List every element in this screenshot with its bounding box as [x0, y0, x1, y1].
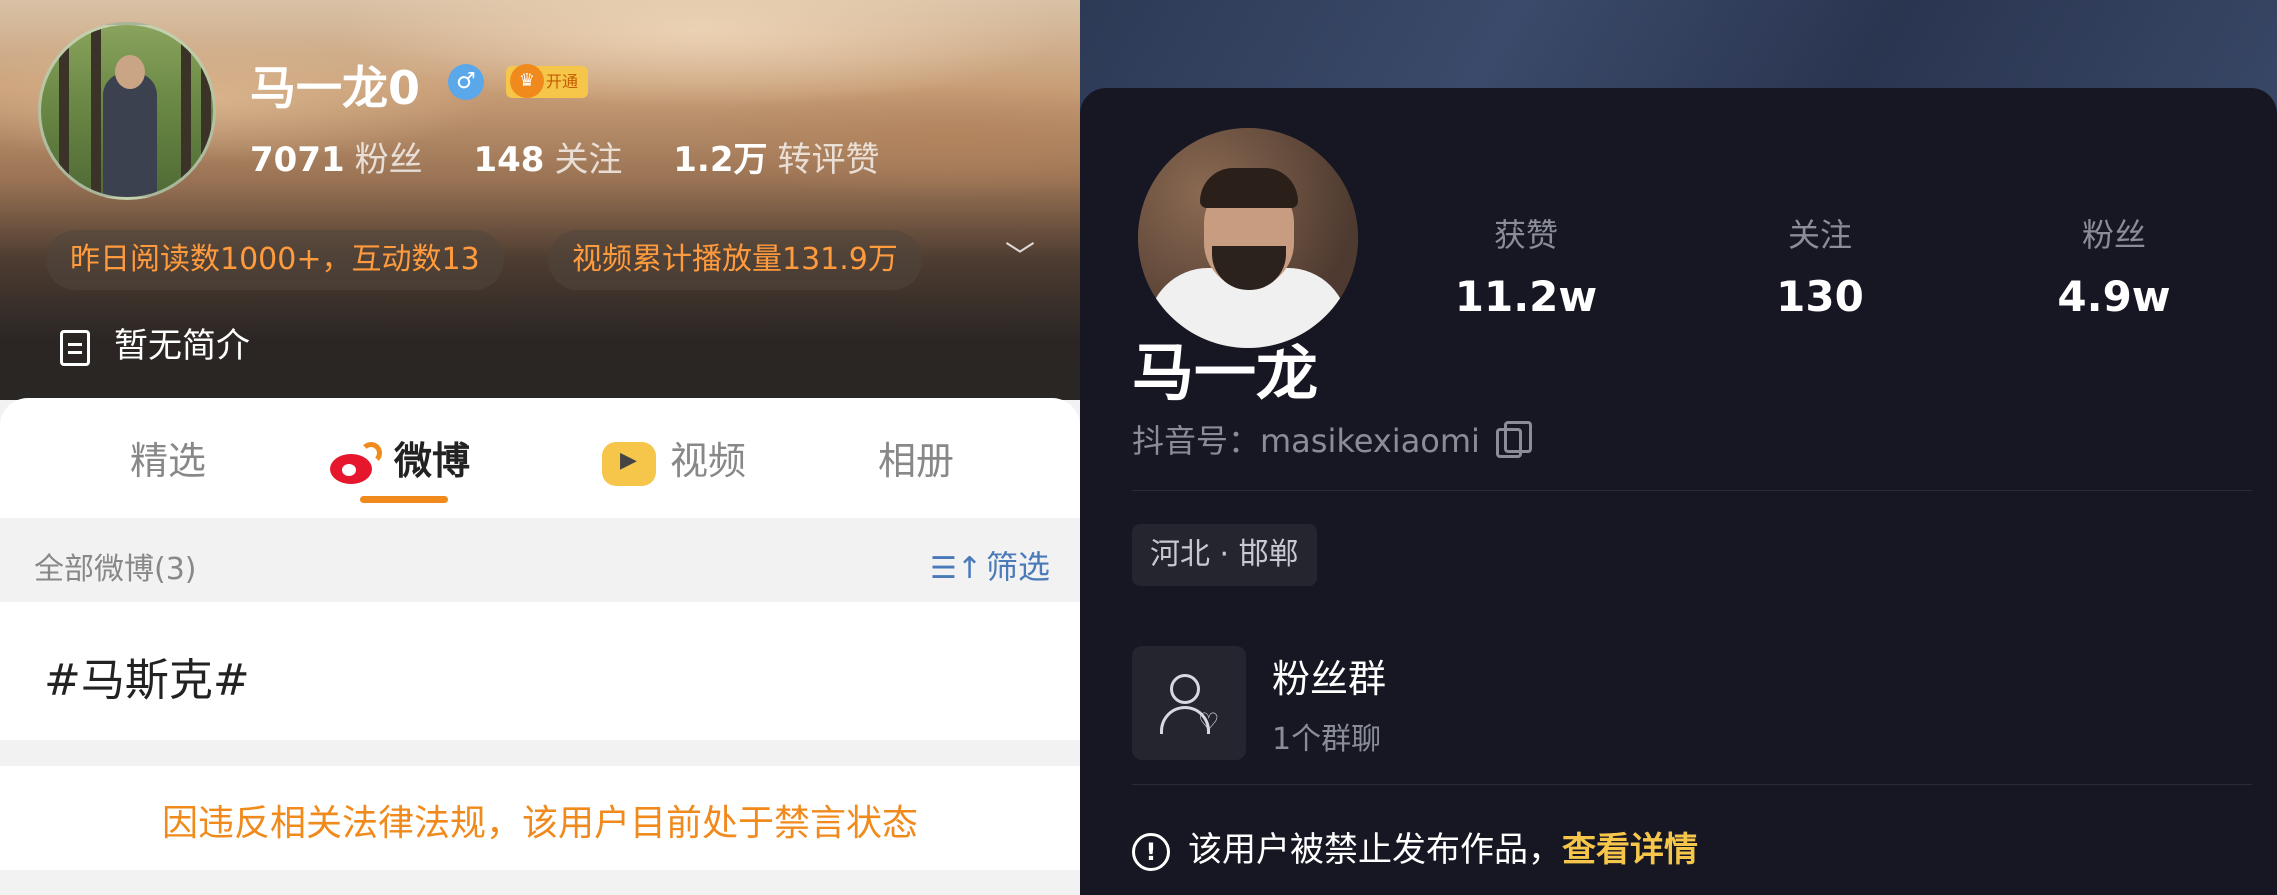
publish-ban-warning: ! 该用户被禁止发布作品，查看详情 — [1132, 822, 1698, 871]
weibo-stats: 7071 粉丝 148 关注 1.2万 转评赞 — [250, 132, 919, 181]
avatar-head — [115, 55, 145, 89]
ban-notice-card: 因违反相关法律法规，该用户目前处于禁言状态 — [0, 766, 1080, 870]
location-tag[interactable]: 河北 · 邯郸 — [1132, 524, 1317, 586]
active-tab-indicator — [360, 496, 448, 503]
weibo-tab-bar: 精选 微博 视频 相册 — [0, 398, 1080, 518]
warning-icon: ! — [1132, 832, 1170, 871]
avatar-hair — [1200, 168, 1298, 208]
fan-group-icon[interactable]: ♡ — [1132, 646, 1246, 760]
stat-following[interactable]: 148 关注 — [473, 140, 662, 180]
male-gender-icon: ♂ — [448, 64, 484, 100]
douyin-profile-panel: 获赞 11.2w 关注 130 粉丝 4.9w 马一龙 抖音号：masikexi… — [1080, 0, 2277, 895]
post-hashtag[interactable]: #马斯克# — [44, 644, 250, 708]
stat-likes[interactable]: 获赞 11.2w — [1426, 210, 1626, 321]
stat-interactions[interactable]: 1.2万 转评赞 — [673, 140, 919, 180]
stat-fans[interactable]: 粉丝 4.9w — [2014, 210, 2214, 321]
stat-following-value: 130 — [1776, 272, 1864, 321]
video-play-icon — [602, 441, 656, 486]
tab-weibo-label: 微博 — [394, 439, 471, 483]
stat-likes-label: 获赞 — [1493, 216, 1558, 254]
stat-likes-value: 11.2w — [1454, 272, 1598, 321]
filter-button[interactable]: ☰↑ 筛选 — [930, 542, 1050, 588]
view-details-link[interactable]: 查看详情 — [1562, 830, 1698, 870]
tree-trunk — [201, 25, 211, 197]
weibo-header-background: 马一龙0 ♂ ♛ 开通 7071 粉丝 148 关注 1.2万 转评赞 昨日阅读数10… — [0, 0, 1080, 400]
douyin-id: 抖音号：masikexiaomi — [1132, 422, 1480, 460]
bio-row: 暂无简介 — [60, 318, 250, 367]
video-plays-pill[interactable]: 视频累计播放量131.9万 — [548, 230, 922, 290]
tree-trunk — [91, 25, 101, 197]
filter-label: 筛选 — [985, 548, 1050, 586]
divider — [0, 740, 1080, 766]
chevron-down-icon[interactable]: ﹀ — [1002, 240, 1038, 276]
divider — [1132, 490, 2252, 491]
stat-following-label: 关注 — [1787, 216, 1852, 254]
divider — [0, 870, 1080, 895]
fan-group-count: 1个群聊 — [1272, 722, 1382, 757]
avatar-person — [103, 73, 157, 197]
stat-fans-value: 4.9w — [2057, 272, 2171, 321]
vip-label: 开通 — [546, 72, 579, 91]
vip-open-badge[interactable]: ♛ 开通 — [506, 64, 589, 98]
feed-filter-row: 全部微博(3) ☰↑ 筛选 — [0, 520, 1080, 600]
tree-trunk — [59, 25, 69, 197]
warning-text: 该用户被禁止发布作品， — [1188, 830, 1562, 870]
tab-album[interactable]: 相册 — [878, 430, 954, 485]
tree-trunk — [181, 25, 191, 197]
fan-group-title[interactable]: 粉丝群 — [1272, 648, 1386, 703]
bio-text: 暂无简介 — [114, 326, 250, 366]
stat-fans-label: 粉丝 — [2081, 216, 2146, 254]
ban-notice-text: 因违反相关法律法规，该用户目前处于禁言状态 — [161, 803, 918, 844]
filter-icon: ☰↑ — [929, 551, 982, 586]
tab-video[interactable]: 视频 — [602, 430, 746, 486]
crown-icon: ♛ — [510, 64, 544, 98]
tab-video-label: 视频 — [670, 439, 747, 483]
weibo-username: 马一龙0 — [250, 61, 421, 115]
feed-post[interactable]: #马斯克# — [0, 602, 1080, 740]
douyin-avatar[interactable] — [1132, 122, 1364, 354]
heart-icon: ♡ — [1198, 708, 1220, 736]
divider — [1132, 784, 2252, 785]
document-icon — [60, 329, 90, 366]
feed-count-label: 全部微博(3) — [34, 552, 197, 587]
tab-weibo[interactable]: 微博 — [330, 430, 470, 485]
weibo-profile-panel: 马一龙0 ♂ ♛ 开通 7071 粉丝 148 关注 1.2万 转评赞 昨日阅读数10… — [0, 0, 1080, 895]
stat-followers[interactable]: 7071 粉丝 — [250, 140, 463, 180]
reading-stats-pill[interactable]: 昨日阅读数1000+，互动数13 — [46, 230, 504, 290]
stat-following[interactable]: 关注 130 — [1720, 210, 1920, 321]
tab-featured[interactable]: 精选 — [130, 430, 206, 485]
weibo-logo-icon — [330, 441, 382, 484]
weibo-avatar[interactable] — [38, 22, 216, 200]
douyin-profile-card: 获赞 11.2w 关注 130 粉丝 4.9w — [1080, 88, 2277, 895]
copy-icon[interactable] — [1495, 421, 1532, 458]
douyin-id-row: 抖音号：masikexiaomi — [1132, 416, 1532, 462]
